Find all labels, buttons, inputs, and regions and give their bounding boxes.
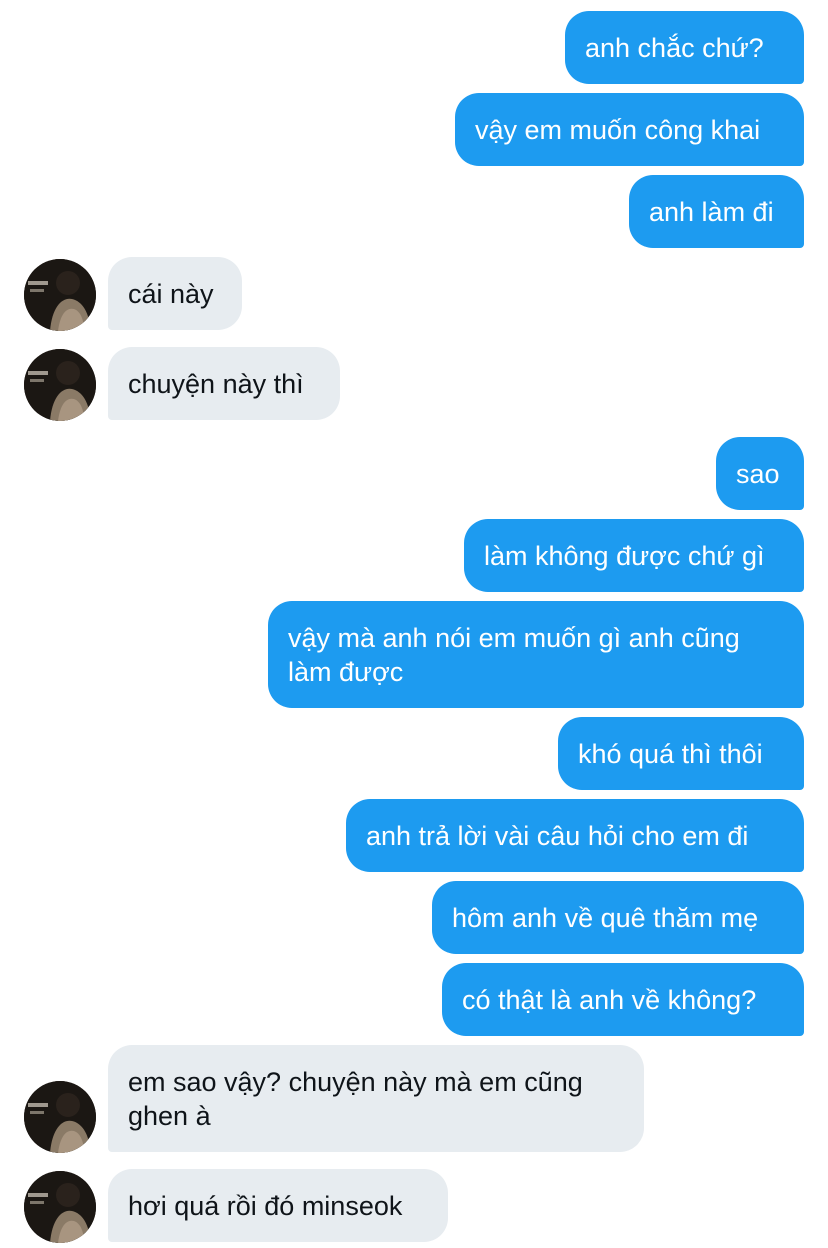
message-text: hôm anh về quê thăm mẹ <box>452 902 759 933</box>
message-bubble-incoming[interactable]: em sao vậy? chuyện này mà em cũng ghen à <box>108 1045 644 1152</box>
message-text: anh trả lời vài câu hỏi cho em đi <box>366 820 749 851</box>
message-bubble-outgoing[interactable]: vậy em muốn công khai <box>455 93 804 166</box>
message-text: cái này <box>128 278 214 309</box>
message-bubble-outgoing[interactable]: sao <box>716 437 804 510</box>
message-text: có thật là anh về không? <box>462 984 757 1015</box>
message-text: vậy mà anh nói em muốn gì anh cũng làm đ… <box>288 622 740 687</box>
message-text: vậy em muốn công khai <box>475 114 761 145</box>
contact-avatar[interactable] <box>24 1171 96 1243</box>
message-bubble-outgoing[interactable]: khó quá thì thôi <box>558 717 804 790</box>
avatar-photo-icon <box>24 1171 96 1243</box>
message-bubble-outgoing[interactable]: anh trả lời vài câu hỏi cho em đi <box>346 799 804 872</box>
message-text: sao <box>736 458 780 489</box>
message-bubble-incoming[interactable]: cái này <box>108 257 242 330</box>
contact-avatar[interactable] <box>24 1081 96 1153</box>
message-bubble-outgoing[interactable]: anh chắc chứ? <box>565 11 804 84</box>
message-bubble-outgoing[interactable]: làm không được chứ gì <box>464 519 804 592</box>
message-text: em sao vậy? chuyện này mà em cũng ghen à <box>128 1066 583 1131</box>
message-bubble-incoming[interactable]: hơi quá rồi đó minseok <box>108 1169 448 1242</box>
message-bubble-outgoing[interactable]: anh làm đi <box>629 175 804 248</box>
contact-avatar[interactable] <box>24 349 96 421</box>
message-bubble-outgoing[interactable]: có thật là anh về không? <box>442 963 804 1036</box>
message-bubble-incoming[interactable]: chuyện này thì <box>108 347 340 420</box>
message-text: làm không được chứ gì <box>484 540 765 571</box>
avatar-photo-icon <box>24 349 96 421</box>
message-text: anh chắc chứ? <box>585 32 764 63</box>
avatar-photo-icon <box>24 259 96 331</box>
message-text: chuyện này thì <box>128 368 304 399</box>
message-text: anh làm đi <box>649 196 774 227</box>
message-text: khó quá thì thôi <box>578 738 763 769</box>
contact-avatar[interactable] <box>24 259 96 331</box>
avatar-photo-icon <box>24 1081 96 1153</box>
message-bubble-outgoing[interactable]: vậy mà anh nói em muốn gì anh cũng làm đ… <box>268 601 804 708</box>
message-bubble-outgoing[interactable]: hôm anh về quê thăm mẹ <box>432 881 804 954</box>
message-text: hơi quá rồi đó minseok <box>128 1190 403 1221</box>
